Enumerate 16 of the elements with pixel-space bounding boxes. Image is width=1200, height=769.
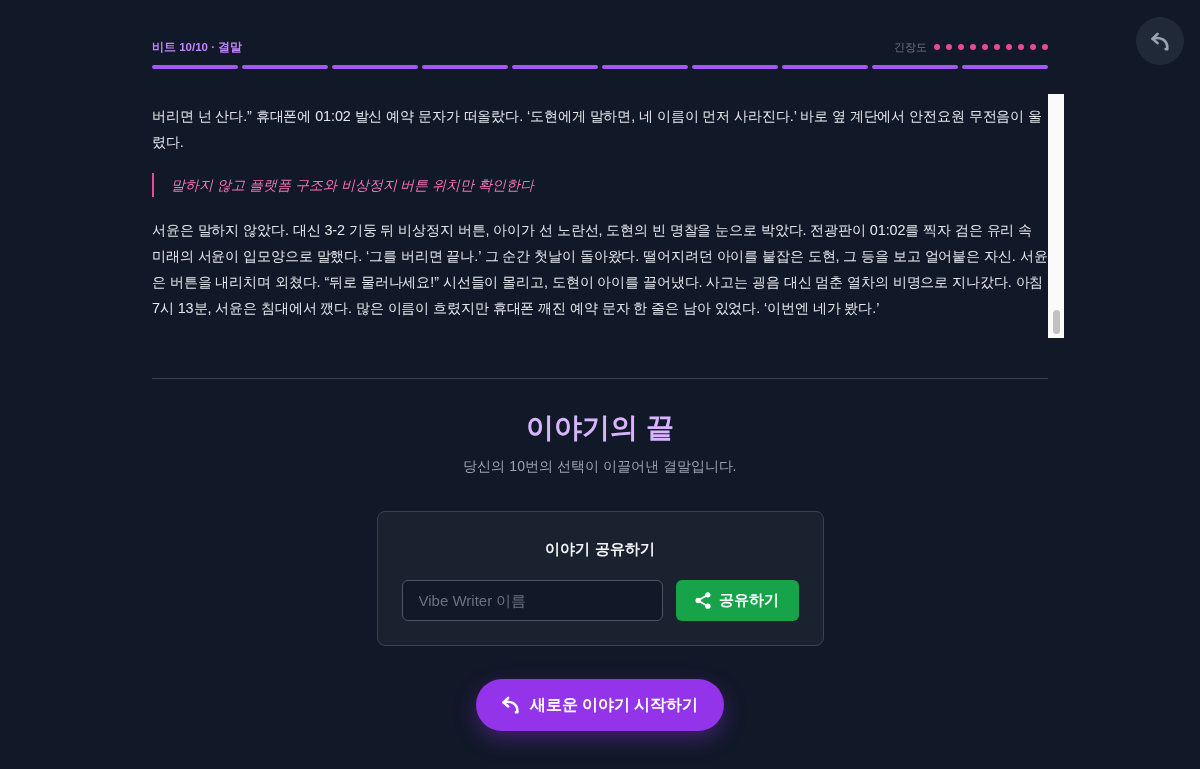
circular-button[interactable] xyxy=(1136,17,1184,65)
share-title: 이야기 공유하기 xyxy=(544,539,656,559)
share-icon xyxy=(695,592,711,609)
curved-arrow-icon xyxy=(501,696,520,714)
name-input-field[interactable]: Vibe Writer 이름 xyxy=(401,580,663,621)
scrollbar-thumb[interactable] xyxy=(1052,310,1060,334)
ending-subtitle: 당신의 10번의 선택이 이끌어낸 결말입니다. xyxy=(463,457,737,476)
ending-title: 이야기의 끝 xyxy=(526,411,674,445)
curved-arrow-icon xyxy=(1150,31,1170,51)
restart-button[interactable]: 새로운 이야기 시작하기 xyxy=(475,679,725,731)
story-paragraph: 버리면 넌 산다.” 휴대폰에 01:02 발신 예약 문자가 떠올랐다. ‘도현에게 말하면, 네 이름이 먼저 사라진다.’ 바로 옆 계단에서 안전요원 무전음이 울렸다. xyxy=(152,107,1044,152)
story-paragraph: 서윤은 말하지 않았다. 대신 3-2 기둥 뒤 비상정지 버튼, 아이가 선 노란선, 도현의 빈 명찰을 눈으로 박았다. 전광판이 01:02를 찍자 검은 유리 속 미래의 서윤이 입모양으로 말했다. ‘그를 버리면 끝나.’ 그 순간 첫날이 돌아왔다. 떨어지려던 아이를 붙잡은 도현, 그 등을 보고 얼어붙은 자신. 서윤은 버튼을 내리치며 외쳤다. “뒤로 물러나세요!” 시선들이 몰리고, 도현이 아이를 끌어냈다. 사고는 굉음 대신 멈춘 열차의 비명으로 지나갔다. 아침 7시 13분, 서윤은 침대에서 깼다. 많은 이름이 흐렸지만 휴대폰 깨진 예약 문자 한 줄은 남아 있었다. ‘이번엔 네가 봤다.’ xyxy=(152,221,1048,318)
tension-label: 긴장도 xyxy=(894,39,927,55)
share-button[interactable]: 공유하기 xyxy=(675,580,799,621)
scrollbar[interactable] xyxy=(1048,94,1064,338)
beat-label: 비트 10/10 · 결말 xyxy=(152,39,243,55)
